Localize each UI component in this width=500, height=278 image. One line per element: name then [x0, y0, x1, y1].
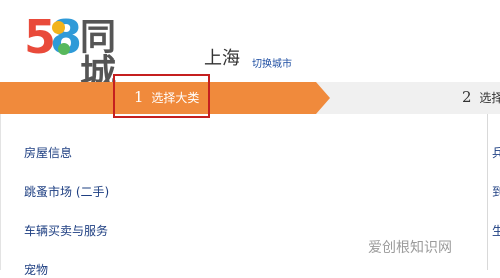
- watermark-text: 爱创根知识网: [368, 240, 452, 256]
- column-divider: [487, 114, 488, 270]
- switch-city-link[interactable]: 切换城市: [252, 55, 292, 70]
- step-2[interactable]: 2 选择: [462, 88, 500, 106]
- category-vehicles[interactable]: 车辆买卖与服务: [24, 222, 108, 239]
- content-left-border: [0, 114, 1, 270]
- logo-dot-green: [58, 43, 70, 55]
- current-city: 上海: [204, 48, 240, 69]
- category-right-1[interactable]: 兵: [492, 144, 500, 161]
- category-right-3[interactable]: 生: [492, 222, 500, 239]
- step-2-label: 选择: [479, 91, 500, 105]
- step-1-highlight-box: [113, 74, 210, 118]
- step-arrow-icon: [316, 82, 330, 114]
- category-flea-market[interactable]: 跳蚤市场 (二手): [24, 183, 109, 200]
- category-house[interactable]: 房屋信息: [24, 144, 72, 161]
- category-right-2[interactable]: 到: [492, 183, 500, 200]
- step-2-number: 2: [462, 88, 472, 106]
- logo-dot-yellow: [52, 21, 65, 34]
